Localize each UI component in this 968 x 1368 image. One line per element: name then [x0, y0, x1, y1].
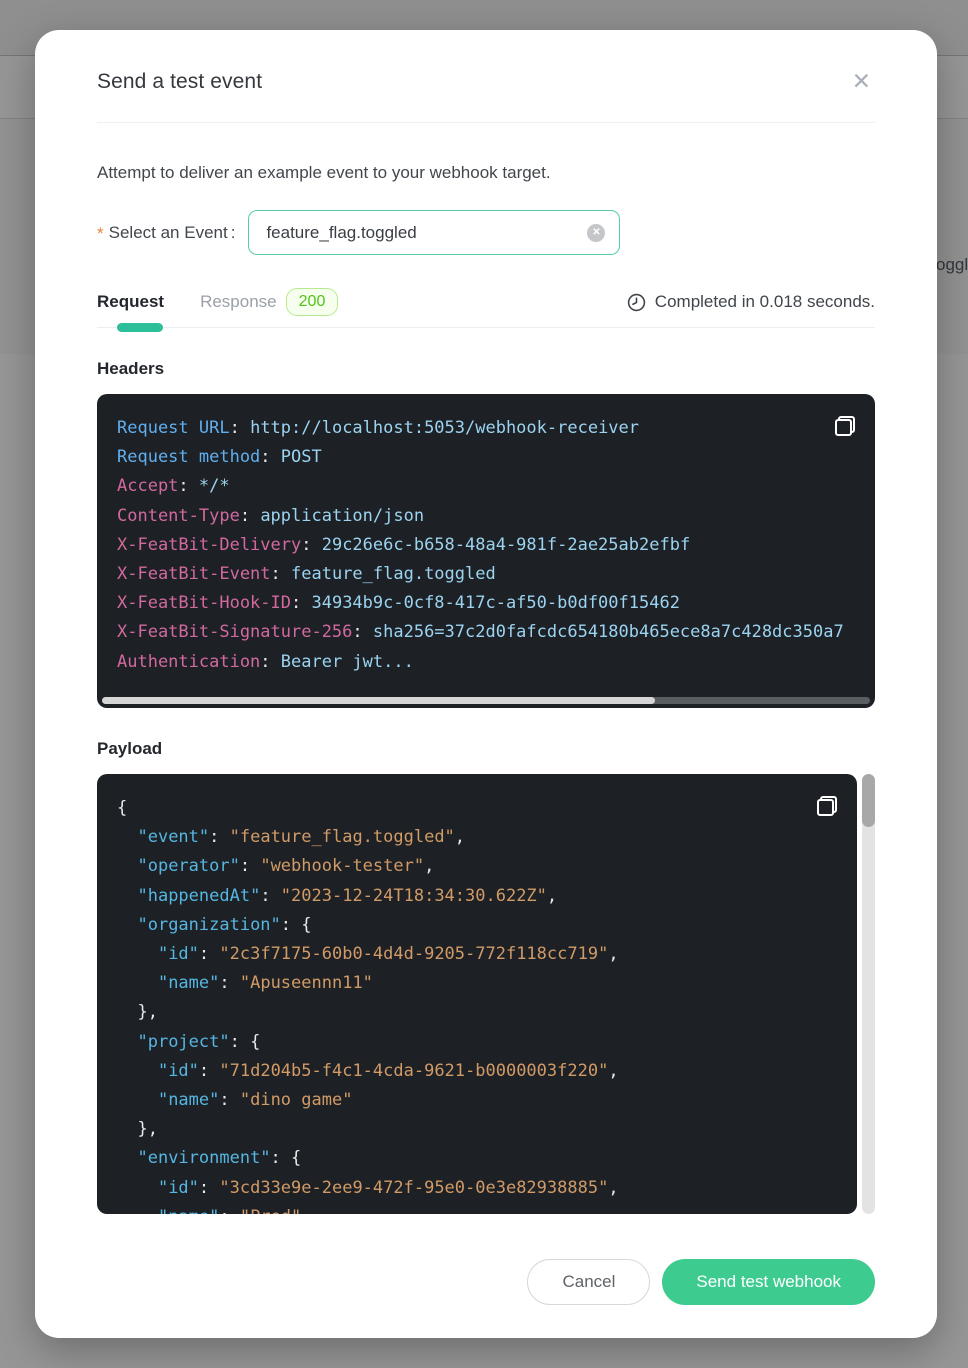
event-select-value: feature_flag.toggled: [266, 223, 587, 243]
headers-code: Request URL: http://localhost:5053/webho…: [117, 414, 855, 677]
label-colon: :: [231, 223, 236, 243]
code-line: "operator": "webhook-tester",: [117, 852, 837, 881]
event-select[interactable]: feature_flag.toggled ✕: [248, 210, 620, 255]
code-line: Request URL: http://localhost:5053/webho…: [117, 414, 855, 443]
dialog-description: Attempt to deliver an example event to y…: [97, 163, 875, 183]
headers-section-title: Headers: [97, 359, 875, 379]
background-page-text-fragment: oggl: [936, 255, 968, 275]
code-line: Request method: POST: [117, 443, 855, 472]
code-line: "id": "3cd33e9e-2ee9-472f-95e0-0e3e82938…: [117, 1174, 837, 1203]
copy-icon[interactable]: [835, 416, 855, 436]
payload-row: { "event": "feature_flag.toggled", "oper…: [97, 774, 875, 1214]
scrollbar-thumb[interactable]: [102, 697, 655, 704]
code-line: {: [117, 794, 837, 823]
tab-request[interactable]: Request: [97, 292, 164, 312]
code-line: "name": "Prod": [117, 1203, 837, 1214]
scrollbar-thumb[interactable]: [862, 774, 875, 827]
code-line: "event": "feature_flag.toggled",: [117, 823, 837, 852]
tab-response-label: Response: [200, 292, 277, 312]
code-line: Accept: */*: [117, 472, 855, 501]
code-line: X-FeatBit-Hook-ID: 34934b9c-0cf8-417c-af…: [117, 589, 855, 618]
code-line: "environment": {: [117, 1144, 837, 1173]
clock-icon: [627, 293, 646, 312]
send-test-webhook-button[interactable]: Send test webhook: [662, 1259, 875, 1305]
code-line: Authentication: Bearer jwt...: [117, 648, 855, 677]
dialog-footer: Cancel Send test webhook: [97, 1259, 875, 1305]
payload-section-title: Payload: [97, 739, 875, 759]
code-line: "organization": {: [117, 911, 837, 940]
dialog-header: Send a test event ✕: [97, 30, 875, 95]
tabs-underline: [97, 327, 875, 328]
headers-horizontal-scrollbar[interactable]: [102, 697, 870, 704]
payload-code: { "event": "feature_flag.toggled", "oper…: [117, 794, 837, 1214]
tabs-row: Request Response 200 Completed in 0.018 …: [97, 288, 875, 316]
payload-code-block: { "event": "feature_flag.toggled", "oper…: [97, 774, 857, 1214]
required-mark: *: [97, 224, 104, 244]
headers-code-block: Request URL: http://localhost:5053/webho…: [97, 394, 875, 708]
code-line: },: [117, 1115, 837, 1144]
code-line: Content-Type: application/json: [117, 502, 855, 531]
code-line: "id": "2c3f7175-60b0-4d4d-9205-772f118cc…: [117, 940, 837, 969]
close-icon[interactable]: ✕: [848, 68, 875, 95]
completed-text: Completed in 0.018 seconds.: [655, 292, 875, 312]
code-line: X-FeatBit-Delivery: 29c26e6c-b658-48a4-9…: [117, 531, 855, 560]
send-test-event-dialog: Send a test event ✕ Attempt to deliver a…: [35, 30, 937, 1338]
code-line: X-FeatBit-Signature-256: sha256=37c2d0fa…: [117, 618, 855, 647]
code-line: "name": "Apuseennn11": [117, 969, 837, 998]
code-line: },: [117, 998, 837, 1027]
tab-response[interactable]: Response 200: [200, 288, 338, 316]
copy-icon[interactable]: [817, 796, 837, 816]
code-line: "project": {: [117, 1028, 837, 1057]
clear-selection-icon[interactable]: ✕: [587, 224, 605, 242]
completed-status: Completed in 0.018 seconds.: [627, 292, 875, 312]
payload-vertical-scrollbar[interactable]: [862, 774, 875, 1214]
cancel-button[interactable]: Cancel: [527, 1259, 650, 1305]
event-form-row: * Select an Event : feature_flag.toggled…: [97, 210, 875, 255]
header-divider: [97, 122, 875, 123]
code-line: "happenedAt": "2023-12-24T18:34:30.622Z"…: [117, 882, 837, 911]
event-select-label: Select an Event: [109, 223, 228, 243]
dialog-title: Send a test event: [97, 70, 262, 94]
code-line: "id": "71d204b5-f4c1-4cda-9621-b0000003f…: [117, 1057, 837, 1086]
response-status-badge: 200: [286, 288, 339, 316]
code-line: "name": "dino game": [117, 1086, 837, 1115]
code-line: X-FeatBit-Event: feature_flag.toggled: [117, 560, 855, 589]
active-tab-indicator: [117, 323, 163, 332]
